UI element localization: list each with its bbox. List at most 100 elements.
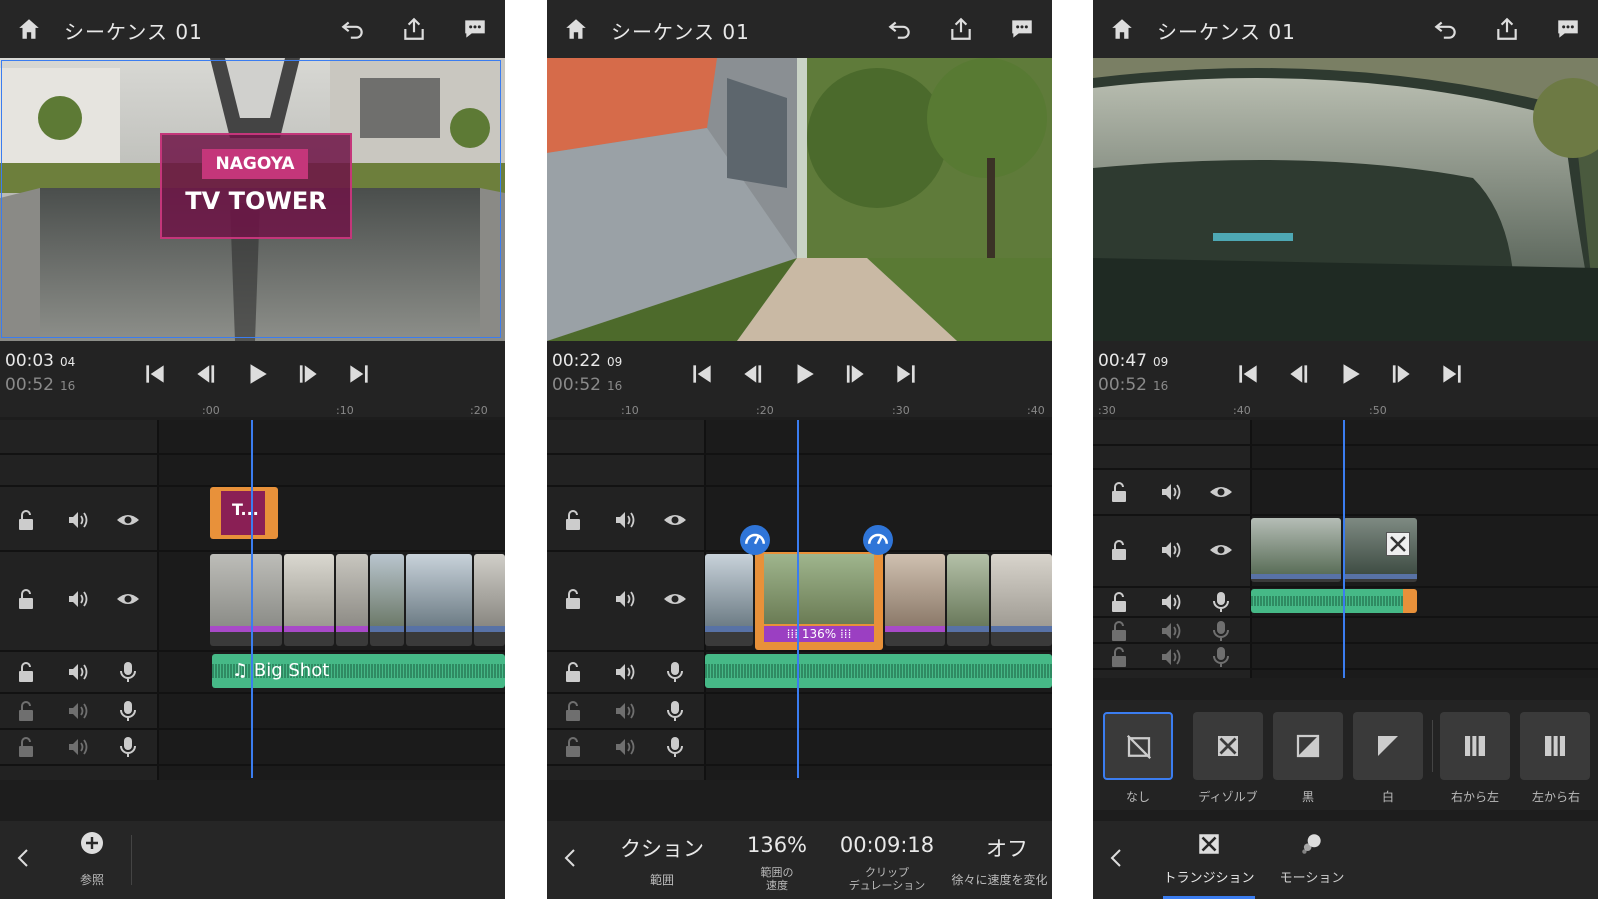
microphone-icon[interactable] [663, 699, 687, 723]
speaker-icon[interactable] [66, 735, 90, 759]
lock-icon[interactable] [14, 735, 38, 759]
option-clip-duration[interactable]: 00:09:18 クリップ デュレーション [827, 829, 947, 895]
title-clip[interactable]: T... [210, 487, 278, 539]
eye-icon[interactable] [116, 587, 140, 611]
speaker-icon[interactable] [613, 508, 637, 532]
lock-icon[interactable] [14, 587, 38, 611]
lock-icon[interactable] [1107, 590, 1131, 614]
speaker-icon[interactable] [1159, 480, 1183, 504]
step-back-icon[interactable] [740, 361, 766, 387]
undo-icon[interactable] [1431, 14, 1461, 44]
home-icon[interactable] [561, 14, 591, 44]
speaker-icon[interactable] [1159, 538, 1183, 562]
speaker-icon[interactable] [66, 699, 90, 723]
transition-option-right-to-left[interactable] [1440, 712, 1510, 780]
microphone-icon[interactable] [663, 660, 687, 684]
microphone-icon[interactable] [663, 735, 687, 759]
share-icon[interactable] [946, 14, 976, 44]
video-clip[interactable] [705, 554, 753, 646]
comment-icon[interactable] [460, 14, 490, 44]
speaker-icon[interactable] [1159, 590, 1183, 614]
eye-icon[interactable] [1209, 538, 1233, 562]
lock-icon[interactable] [561, 735, 585, 759]
transition-option-left-to-right[interactable] [1520, 712, 1590, 780]
speed-keyframe-icon[interactable] [863, 525, 893, 555]
playhead[interactable] [797, 420, 799, 778]
speaker-icon[interactable] [613, 735, 637, 759]
time-ruler[interactable]: :00 :10 :20 [0, 402, 505, 420]
lock-icon[interactable] [14, 508, 38, 532]
home-icon[interactable] [14, 14, 44, 44]
lock-icon[interactable] [561, 660, 585, 684]
microphone-icon[interactable] [116, 735, 140, 759]
audio-clip[interactable] [705, 654, 1052, 688]
skip-to-end-icon[interactable] [1439, 361, 1465, 387]
option-range[interactable]: クション 範囲 [597, 829, 727, 895]
video-clip[interactable] [284, 554, 334, 646]
transition-option-dissolve[interactable] [1193, 712, 1263, 780]
lock-icon[interactable] [1107, 480, 1131, 504]
option-range-speed[interactable]: 136% 範囲の 速度 [727, 829, 827, 895]
play-icon[interactable] [244, 361, 270, 387]
back-chevron-icon[interactable] [12, 846, 36, 870]
share-icon[interactable] [399, 14, 429, 44]
microphone-icon[interactable] [116, 699, 140, 723]
speaker-icon[interactable] [66, 660, 90, 684]
video-clip[interactable] [1251, 518, 1341, 582]
lock-icon[interactable] [1107, 538, 1131, 562]
comment-icon[interactable] [1553, 14, 1583, 44]
time-ruler[interactable]: :10 :20 :30 :40 [547, 402, 1052, 420]
video-preview[interactable]: NAGOYA TV TOWER [0, 58, 505, 341]
tab-transition[interactable]: トランジション [1159, 821, 1259, 899]
comment-icon[interactable] [1007, 14, 1037, 44]
playhead[interactable] [1343, 420, 1345, 678]
video-clip[interactable] [210, 554, 282, 646]
speed-keyframe-icon[interactable] [740, 525, 770, 555]
tab-motion[interactable]: モーション [1267, 821, 1357, 899]
speaker-icon[interactable] [66, 587, 90, 611]
skip-to-start-icon[interactable] [1235, 361, 1261, 387]
microphone-icon[interactable] [1209, 619, 1233, 643]
skip-to-end-icon[interactable] [346, 361, 372, 387]
share-icon[interactable] [1492, 14, 1522, 44]
undo-icon[interactable] [338, 14, 368, 44]
transition-option-none[interactable] [1103, 712, 1173, 780]
video-clip[interactable] [336, 554, 368, 646]
eye-icon[interactable] [116, 508, 140, 532]
playhead[interactable] [251, 420, 253, 778]
video-clip[interactable] [885, 554, 945, 646]
speaker-icon[interactable] [1159, 619, 1183, 643]
lock-icon[interactable] [14, 699, 38, 723]
audio-clip[interactable] [1251, 589, 1417, 613]
undo-icon[interactable] [885, 14, 915, 44]
video-clip[interactable] [474, 554, 505, 646]
video-preview[interactable] [1093, 58, 1598, 341]
home-icon[interactable] [1107, 14, 1137, 44]
timeline[interactable]: ⁞⁞⁞ 136% ⁞⁞⁞ [547, 420, 1052, 780]
speaker-icon[interactable] [1159, 645, 1183, 669]
lock-icon[interactable] [14, 660, 38, 684]
speaker-icon[interactable] [613, 699, 637, 723]
step-forward-icon[interactable] [842, 361, 868, 387]
skip-to-start-icon[interactable] [142, 361, 168, 387]
lock-icon[interactable] [1107, 645, 1131, 669]
transition-option-black[interactable] [1273, 712, 1343, 780]
video-clip[interactable] [370, 554, 404, 646]
timeline[interactable] [1093, 420, 1598, 678]
eye-icon[interactable] [663, 508, 687, 532]
time-ruler[interactable]: :30 :40 :50 [1093, 402, 1598, 420]
play-icon[interactable] [791, 361, 817, 387]
browse-label[interactable]: 参照 [68, 871, 116, 888]
step-forward-icon[interactable] [295, 361, 321, 387]
skip-to-end-icon[interactable] [893, 361, 919, 387]
step-back-icon[interactable] [193, 361, 219, 387]
microphone-icon[interactable] [1209, 590, 1233, 614]
eye-icon[interactable] [1209, 480, 1233, 504]
lock-icon[interactable] [1107, 619, 1131, 643]
microphone-icon[interactable] [1209, 645, 1233, 669]
video-clip[interactable] [991, 554, 1052, 646]
eye-icon[interactable] [663, 587, 687, 611]
lock-icon[interactable] [561, 587, 585, 611]
skip-to-start-icon[interactable] [689, 361, 715, 387]
video-clip[interactable] [947, 554, 989, 646]
